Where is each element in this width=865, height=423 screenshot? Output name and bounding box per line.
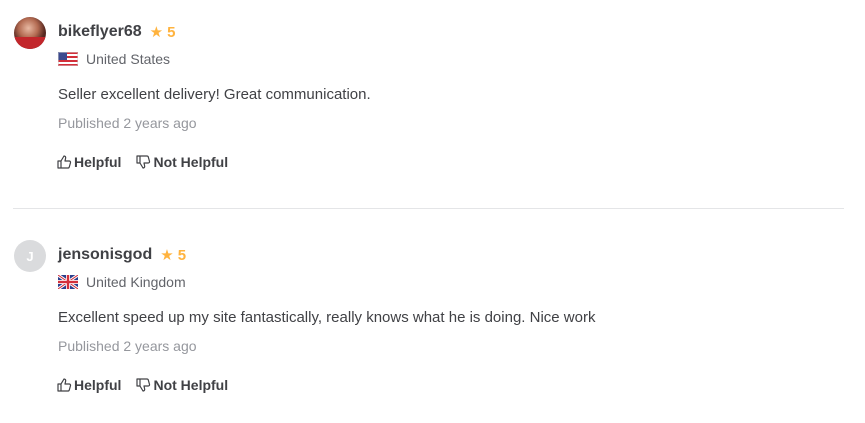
thumbs-down-icon	[136, 155, 151, 169]
thumbs-up-icon	[57, 155, 72, 169]
helpful-label: Helpful	[74, 154, 122, 170]
uk-flag-icon	[58, 275, 78, 289]
rating-value: 5	[177, 246, 187, 264]
reviewer-username[interactable]: bikeflyer68	[58, 23, 142, 41]
reviewer-country: United Kingdom	[58, 273, 186, 291]
published-date: Published 2 years ago	[58, 115, 197, 131]
avatar[interactable]	[14, 17, 46, 49]
country-name: United States	[86, 51, 171, 67]
thumbs-up-icon	[57, 378, 72, 392]
avatar[interactable]: J	[14, 240, 46, 272]
not-helpful-button[interactable]: Not Helpful	[135, 377, 228, 393]
helpful-button[interactable]: Helpful	[56, 377, 121, 393]
star-icon: ★	[160, 246, 174, 264]
divider	[13, 208, 844, 209]
helpful-label: Helpful	[74, 377, 122, 393]
reviewer-header: jensonisgod ★ 5	[58, 245, 186, 265]
rating-value: 5	[167, 23, 176, 41]
reviewer-username[interactable]: jensonisgod	[58, 246, 152, 264]
country-name: United Kingdom	[86, 274, 186, 290]
star-icon: ★	[149, 23, 164, 41]
published-date: Published 2 years ago	[58, 338, 197, 354]
review-actions: Helpful Not Helpful	[56, 375, 228, 395]
reviewer-country: United States	[58, 50, 170, 68]
avatar-photo-detail	[14, 37, 46, 49]
review-text: Excellent speed up my site fantastically…	[58, 309, 596, 326]
review-actions: Helpful Not Helpful	[56, 152, 228, 172]
reviewer-header: bikeflyer68 ★ 5	[58, 22, 175, 42]
not-helpful-label: Not Helpful	[153, 377, 229, 393]
helpful-button[interactable]: Helpful	[56, 154, 121, 170]
not-helpful-label: Not Helpful	[153, 154, 229, 170]
not-helpful-button[interactable]: Not Helpful	[135, 154, 228, 170]
thumbs-down-icon	[136, 378, 151, 392]
us-flag-icon	[58, 52, 78, 66]
review-text: Seller excellent delivery! Great communi…	[58, 86, 371, 103]
